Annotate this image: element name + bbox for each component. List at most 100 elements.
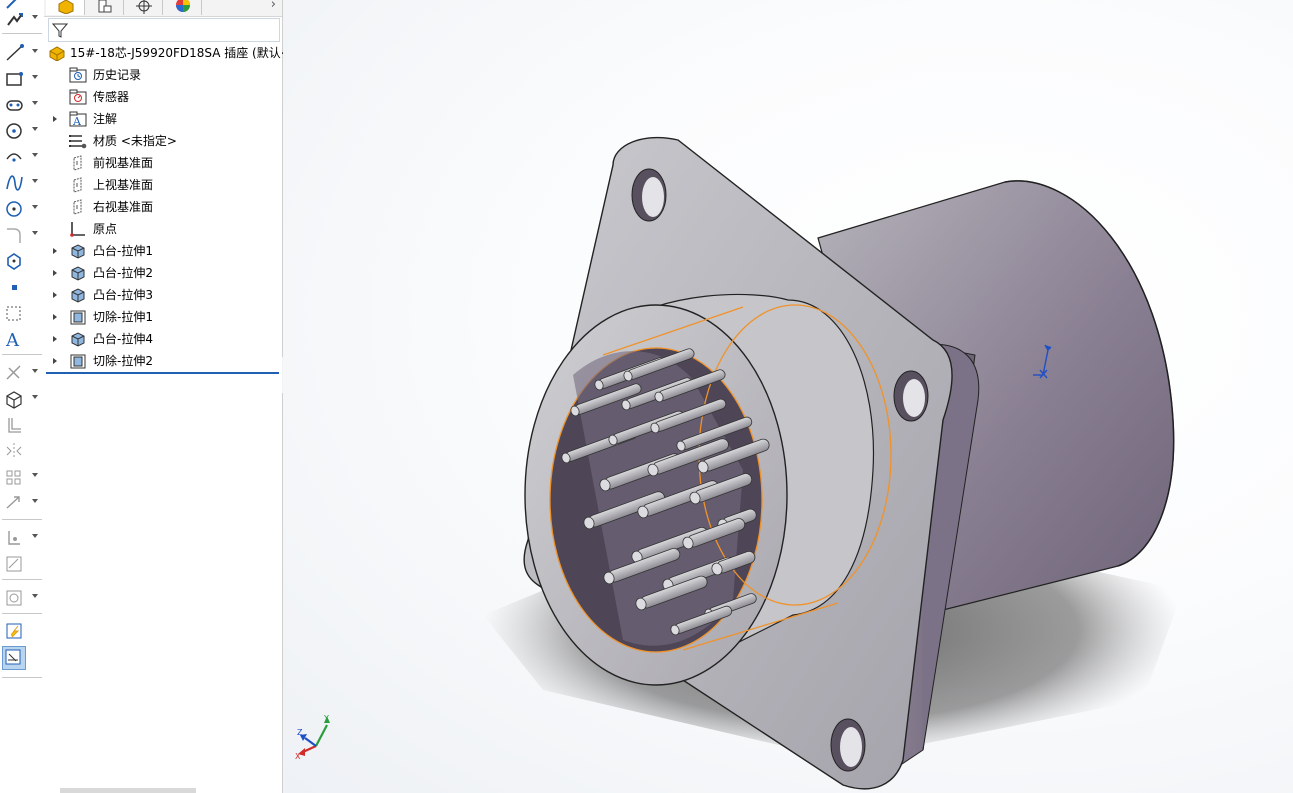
tree-item[interactable]: 切除-拉伸2	[44, 350, 282, 372]
offset-icon[interactable]	[2, 414, 40, 436]
boss-extrude-icon	[69, 265, 87, 281]
tree-item[interactable]: 右视基准面	[44, 196, 282, 218]
tree-root-part[interactable]: 15#-18芯-J59920FD18SA 插座 (默认<	[44, 42, 291, 64]
polygon-icon[interactable]	[2, 250, 40, 272]
toolbar-divider	[2, 33, 42, 34]
repair-sketch-icon[interactable]	[2, 553, 40, 575]
chevron-down-icon[interactable]	[32, 499, 38, 503]
configuration-manager-tab[interactable]	[124, 0, 163, 15]
expand-caret-icon[interactable]	[53, 314, 57, 320]
triad-y-label: Y	[323, 714, 329, 723]
spline-icon[interactable]	[2, 172, 40, 194]
history-folder-icon	[69, 67, 87, 83]
boss-extrude-icon	[69, 287, 87, 303]
plane-icon	[69, 199, 87, 215]
part-icon	[48, 45, 66, 62]
chevron-down-icon[interactable]	[32, 101, 38, 105]
arc-icon[interactable]	[2, 146, 40, 168]
expand-caret-icon[interactable]	[53, 336, 57, 342]
tree-item-label: 历史记录	[93, 68, 142, 82]
tree-item[interactable]: A 注解	[44, 108, 282, 130]
chevron-down-icon[interactable]	[32, 473, 38, 477]
feature-manager-panel: › 15#-18芯-J59920FD18SA 插座 (默认< 历史记录传感器 A 注…	[44, 0, 291, 793]
feature-manager-tab[interactable]	[46, 0, 85, 15]
expand-caret-icon[interactable]	[53, 248, 57, 254]
crosshair-icon	[136, 0, 152, 14]
tree-item-label: 前视基准面	[93, 156, 154, 170]
tree-item[interactable]: 切除-拉伸1	[44, 306, 282, 328]
chevron-down-icon[interactable]	[32, 15, 38, 19]
chevron-down-icon[interactable]	[32, 127, 38, 131]
filter-funnel-icon	[52, 23, 68, 38]
expand-caret-icon[interactable]	[53, 358, 57, 364]
slot-icon[interactable]	[2, 94, 40, 116]
boss-extrude-icon	[69, 243, 87, 259]
quick-snaps-icon[interactable]	[2, 587, 40, 609]
feature-tree-icon	[58, 0, 74, 14]
graphics-viewport[interactable]: Y X Z	[283, 0, 1293, 793]
chevron-right-icon[interactable]: ›	[271, 0, 276, 12]
expand-caret-icon[interactable]	[53, 292, 57, 298]
expand-caret-icon[interactable]	[53, 270, 57, 276]
display-relations-icon[interactable]	[2, 527, 40, 549]
tree-item-label: 切除-拉伸2	[93, 354, 153, 368]
chevron-down-icon[interactable]	[32, 594, 38, 598]
tree-item[interactable]: 前视基准面	[44, 152, 282, 174]
smart-dimension-button[interactable]	[2, 8, 40, 30]
chevron-down-icon[interactable]	[32, 75, 38, 79]
trim-icon[interactable]	[2, 362, 40, 384]
part-name: 15#-18芯-J59920FD18SA 插座 (默认<	[70, 46, 291, 60]
chevron-down-icon[interactable]	[32, 369, 38, 373]
rectangle-icon[interactable]	[2, 68, 40, 90]
tree-item[interactable]: 凸台-拉伸1	[44, 240, 282, 262]
tree-item[interactable]: 材质 <未指定>	[44, 130, 282, 152]
property-manager-icon	[98, 0, 112, 13]
chevron-down-icon[interactable]	[32, 49, 38, 53]
circle-icon[interactable]	[2, 120, 40, 142]
ellipse-icon[interactable]	[2, 198, 40, 220]
triad-z-label: Z	[297, 728, 303, 737]
tree-item[interactable]: 凸台-拉伸4	[44, 328, 282, 350]
property-manager-tab[interactable]	[85, 0, 124, 15]
tree-item[interactable]: 原点	[44, 218, 282, 240]
annotation-folder-icon: A	[69, 111, 87, 128]
tree-item-label: 凸台-拉伸1	[93, 244, 153, 258]
line-icon[interactable]	[2, 42, 40, 64]
plane-icon	[69, 177, 87, 193]
chevron-down-icon[interactable]	[32, 153, 38, 157]
tree-item[interactable]: 凸台-拉伸3	[44, 284, 282, 306]
tree-item[interactable]: 上视基准面	[44, 174, 282, 196]
rapid-sketch-icon[interactable]	[2, 620, 40, 642]
tree-item[interactable]: 传感器	[44, 86, 282, 108]
instant2d-icon[interactable]	[2, 646, 26, 670]
convert-entities-icon[interactable]	[2, 388, 40, 410]
chevron-down-icon[interactable]	[32, 231, 38, 235]
tree-item[interactable]: 历史记录	[44, 64, 282, 86]
tree-item[interactable]: 凸台-拉伸2	[44, 262, 282, 284]
material-icon	[69, 133, 87, 149]
horizontal-scrollbar[interactable]	[60, 788, 196, 793]
toolbar-divider	[2, 579, 42, 580]
centerline-icon[interactable]	[2, 302, 40, 324]
move-icon[interactable]	[2, 492, 40, 514]
fillet-icon[interactable]	[2, 224, 40, 246]
tree-filter-input[interactable]	[48, 18, 280, 42]
rollback-bar[interactable]	[46, 372, 279, 374]
point-icon[interactable]	[2, 276, 40, 298]
triad-x-label: X	[295, 752, 301, 761]
chevron-down-icon[interactable]	[32, 179, 38, 183]
chevron-down-icon[interactable]	[32, 205, 38, 209]
appearance-tab[interactable]	[163, 0, 202, 15]
linear-pattern-icon[interactable]	[2, 466, 40, 488]
origin-icon	[69, 221, 87, 237]
text-icon[interactable]: A	[2, 328, 40, 350]
chevron-down-icon[interactable]	[32, 534, 38, 538]
expand-caret-icon[interactable]	[53, 116, 57, 122]
toolbar-divider	[2, 677, 42, 678]
color-wheel-icon	[176, 0, 190, 12]
cut-extrude-icon	[69, 353, 87, 369]
mirror-icon[interactable]	[2, 440, 40, 462]
view-triad: Y X Z	[295, 714, 330, 761]
tree-item-label: 切除-拉伸1	[93, 310, 153, 324]
chevron-down-icon[interactable]	[32, 395, 38, 399]
